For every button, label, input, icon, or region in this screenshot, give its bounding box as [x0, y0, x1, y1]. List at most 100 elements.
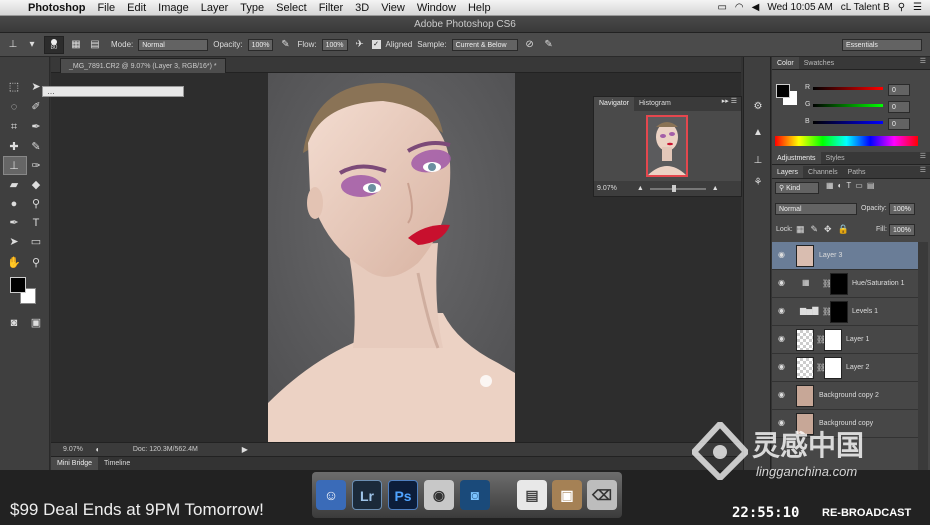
- marquee-tool-icon[interactable]: ⬚: [6, 79, 22, 95]
- layer-row[interactable]: ◉ ⛓ Layer 2: [772, 354, 918, 382]
- camera-icon[interactable]: ◉: [424, 480, 454, 510]
- tab-adjustments[interactable]: Adjustments: [772, 152, 821, 164]
- aligned-checkbox[interactable]: ✓: [371, 40, 381, 49]
- menu-window[interactable]: Window: [411, 2, 462, 14]
- r-field[interactable]: 0: [888, 84, 910, 96]
- opacity-field[interactable]: 100%: [247, 38, 274, 51]
- g-field[interactable]: 0: [888, 101, 910, 113]
- menu-view[interactable]: View: [375, 2, 411, 14]
- r-slider[interactable]: [813, 87, 883, 90]
- layer-row[interactable]: ◉ ▆▅▇ ⛓ Levels 1: [772, 298, 918, 326]
- tab-layers[interactable]: Layers: [772, 166, 804, 178]
- eye-icon[interactable]: ◉: [778, 251, 788, 259]
- layer-mask-thumbnail[interactable]: [830, 273, 848, 295]
- status-zoom[interactable]: 9.07%: [63, 446, 83, 453]
- blend-mode-select[interactable]: Normal: [775, 203, 857, 215]
- zoom-slider-thumb[interactable]: [671, 184, 676, 192]
- pressure-size-icon[interactable]: ✎: [542, 38, 556, 52]
- brush-preset[interactable]: 80: [44, 35, 64, 54]
- eraser-tool-icon[interactable]: ▰: [6, 177, 22, 193]
- eye-icon[interactable]: ◉: [778, 391, 788, 399]
- mode-select[interactable]: Normal: [138, 38, 209, 51]
- blur-tool-icon[interactable]: ●: [6, 196, 22, 212]
- layer-row[interactable]: ◉ ▦ ⛓ Hue/Saturation 1: [772, 270, 918, 298]
- layer-mask-thumbnail[interactable]: [824, 357, 842, 379]
- menubar-user[interactable]: cL Talent B: [841, 2, 890, 13]
- floating-panel-titlebar[interactable]: …: [42, 86, 184, 97]
- zoom-in-icon[interactable]: ▲: [712, 185, 719, 192]
- history-panel-icon[interactable]: ⚙: [751, 99, 765, 113]
- menu-3d[interactable]: 3D: [349, 2, 375, 14]
- zoom-tool-icon[interactable]: ⚲: [28, 255, 44, 271]
- layer-filter-icons[interactable]: ▦◐T▭▤: [826, 181, 878, 190]
- menu-edit[interactable]: Edit: [121, 2, 152, 14]
- pen-tool-icon[interactable]: ✒: [6, 215, 22, 231]
- tab-swatches[interactable]: Swatches: [799, 57, 839, 69]
- trash-icon[interactable]: ⌫: [587, 480, 617, 510]
- menu-file[interactable]: File: [91, 2, 121, 14]
- eye-icon[interactable]: ◉: [778, 279, 788, 287]
- layer-mask-thumbnail[interactable]: [824, 329, 842, 351]
- foreground-color-swatch[interactable]: [10, 277, 26, 293]
- airbrush-icon[interactable]: ✈: [353, 38, 367, 52]
- lasso-tool-icon[interactable]: ◌: [6, 99, 22, 115]
- sample-select[interactable]: Current & Below: [451, 38, 518, 51]
- layer-row[interactable]: ◉ Background copy 2: [772, 382, 918, 410]
- menu-help[interactable]: Help: [462, 2, 497, 14]
- b-field[interactable]: 0: [888, 118, 910, 130]
- finder-icon[interactable]: ☺: [316, 480, 346, 510]
- brush-tool-icon[interactable]: ✎: [28, 139, 44, 155]
- eyedropper-tool-icon[interactable]: ✒: [28, 119, 44, 135]
- g-slider[interactable]: [813, 104, 883, 107]
- lightroom-icon[interactable]: Lr: [352, 480, 382, 510]
- quick-select-tool-icon[interactable]: ✐: [28, 99, 44, 115]
- tab-histogram[interactable]: Histogram: [634, 97, 676, 111]
- menubar-clock[interactable]: Wed 10:05 AM: [767, 2, 832, 13]
- tab-mini-bridge[interactable]: Mini Bridge: [51, 457, 99, 470]
- quick-mask-icon[interactable]: ◙: [6, 315, 22, 331]
- path-select-tool-icon[interactable]: ➤: [6, 234, 22, 250]
- eye-icon[interactable]: ◉: [778, 307, 788, 315]
- capture-one-icon[interactable]: ◙: [460, 480, 490, 510]
- eye-icon[interactable]: ◉: [778, 363, 788, 371]
- type-tool-icon[interactable]: T: [28, 215, 44, 231]
- layer-name[interactable]: Background copy 2: [819, 392, 879, 399]
- ignore-adjustment-icon[interactable]: ⊘: [523, 38, 537, 52]
- menu-filter[interactable]: Filter: [313, 2, 349, 14]
- navigator-zoom[interactable]: 9.07%: [597, 185, 617, 192]
- clone-source-icon[interactable]: ▤: [88, 38, 102, 52]
- b-slider[interactable]: [813, 121, 883, 124]
- eye-icon[interactable]: ◉: [778, 335, 788, 343]
- clone-stamp-tool-icon[interactable]: ⊥: [6, 158, 22, 174]
- photos-icon[interactable]: ▣: [552, 480, 582, 510]
- list-icon[interactable]: ☰: [913, 2, 922, 13]
- clone-stamp-tool-icon[interactable]: ⊥: [6, 38, 20, 52]
- tab-styles[interactable]: Styles: [821, 152, 850, 164]
- clone-source-panel-icon[interactable]: ⊥: [751, 153, 765, 167]
- zoom-slider[interactable]: [649, 184, 706, 192]
- tab-channels[interactable]: Channels: [803, 166, 843, 178]
- layer-mask-thumbnail[interactable]: [830, 301, 848, 323]
- dropdown-arrow-icon[interactable]: ▾: [25, 38, 39, 52]
- menu-select[interactable]: Select: [270, 2, 313, 14]
- layer-name[interactable]: Layer 1: [846, 336, 869, 343]
- color-spectrum[interactable]: [775, 136, 918, 146]
- panel-menu-icon[interactable]: ☰: [920, 166, 930, 178]
- layer-name[interactable]: Layer 3: [819, 252, 842, 259]
- fill-field[interactable]: 100%: [889, 224, 915, 236]
- tab-paths[interactable]: Paths: [843, 166, 871, 178]
- layer-row[interactable]: ◉ ⛓ Layer 1: [772, 326, 918, 354]
- healing-brush-tool-icon[interactable]: ✚: [6, 139, 22, 155]
- navigator-thumbnail[interactable]: [646, 115, 688, 177]
- tab-color[interactable]: Color: [772, 57, 799, 69]
- layer-name[interactable]: Hue/Saturation 1: [852, 280, 905, 287]
- actions-panel-icon[interactable]: ▲: [751, 125, 765, 139]
- status-info-icon[interactable]: ◐: [93, 445, 103, 455]
- volume-icon[interactable]: ◀: [752, 2, 760, 13]
- menu-image[interactable]: Image: [152, 2, 195, 14]
- layer-row[interactable]: ◉ Layer 3: [772, 242, 918, 270]
- document-tab[interactable]: _MG_7891.CR2 @ 9.07% (Layer 3, RGB/16*) …: [60, 58, 226, 73]
- photoshop-icon[interactable]: Ps: [388, 480, 418, 510]
- zoom-out-icon[interactable]: ▲: [637, 185, 644, 192]
- lock-icons[interactable]: ▦✎✥🔒: [796, 224, 855, 235]
